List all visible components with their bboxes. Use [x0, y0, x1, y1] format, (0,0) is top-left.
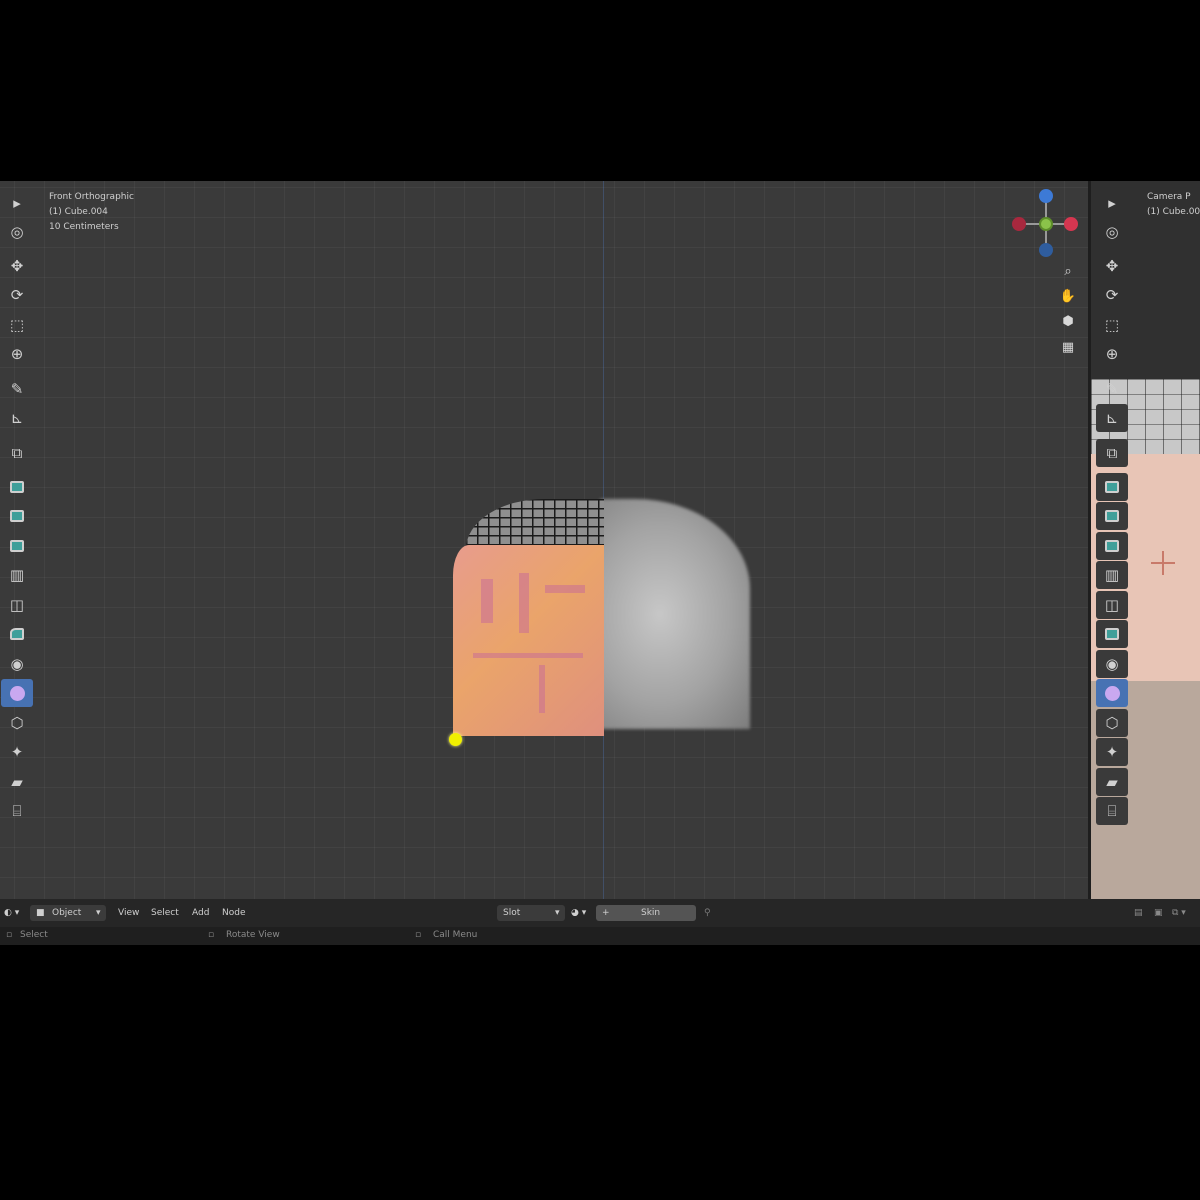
- transform-icon[interactable]: ⊕: [1, 340, 33, 368]
- inset-icon[interactable]: [1096, 502, 1128, 530]
- status-select: Select: [20, 930, 48, 940]
- cursor-icon[interactable]: ◎: [1096, 218, 1128, 246]
- chevron-down-icon: ▾: [555, 908, 560, 918]
- add-cube-icon[interactable]: ⧉: [1096, 439, 1128, 467]
- zoom-icon[interactable]: ⌕: [1057, 260, 1079, 282]
- move-icon[interactable]: ✥: [1096, 252, 1128, 280]
- extrude-icon[interactable]: [1, 473, 33, 501]
- texture-detail: [519, 573, 529, 633]
- camera-view-icon[interactable]: ⬢: [1057, 310, 1079, 332]
- spin-icon[interactable]: ◉: [1, 650, 33, 678]
- model-selected-faces[interactable]: [453, 545, 604, 736]
- menu-view[interactable]: View: [118, 906, 139, 920]
- perspective-toggle-icon[interactable]: ▦: [1057, 336, 1079, 358]
- viewport-header: ◐ ▾ ■ Object ▾ View Select Add Node Slot…: [0, 899, 1200, 927]
- menu-add[interactable]: Add: [192, 906, 209, 920]
- view-name: Front Orthographic: [49, 192, 134, 202]
- rip-icon[interactable]: ⌸: [1, 797, 33, 825]
- mouse-middle-icon: ▫: [208, 930, 215, 940]
- scale-icon[interactable]: ⬚: [1096, 311, 1128, 339]
- status-rotate-view: Rotate View: [226, 930, 280, 940]
- pan-hand-icon[interactable]: ✋: [1057, 285, 1079, 307]
- edge-slide-icon[interactable]: ⬡: [1096, 709, 1128, 737]
- measure-icon[interactable]: ⊾: [1, 404, 33, 432]
- loop-cut-icon[interactable]: ▥: [1, 561, 33, 589]
- camera-object-name: (1) Cube.00: [1147, 207, 1200, 217]
- camera-view-name: Camera P: [1147, 192, 1191, 202]
- camera-viewport[interactable]: Camera P (1) Cube.00 ▸ ◎ ✥ ⟳ ⬚ ⊕ ✎ ⊾ ⧉ ▥…: [1091, 181, 1200, 899]
- mode-label: Object: [52, 908, 82, 918]
- gizmo-z-axis[interactable]: [1039, 189, 1053, 203]
- chevron-down-icon: ▾: [96, 908, 101, 918]
- status-call-menu: Call Menu: [433, 930, 478, 940]
- shear-icon[interactable]: ▰: [1, 768, 33, 796]
- scale-icon[interactable]: ⬚: [1, 311, 33, 339]
- poly-build-icon[interactable]: [1096, 620, 1128, 648]
- overlay-icon[interactable]: ▤: [1134, 906, 1143, 920]
- display-icon[interactable]: ⧉ ▾: [1172, 906, 1186, 920]
- mouse-right-icon: ▫: [415, 930, 422, 940]
- texture-detail: [545, 585, 585, 593]
- gizmo-neg-z-axis[interactable]: [1039, 243, 1053, 257]
- gizmo-neg-x-axis[interactable]: [1012, 217, 1026, 231]
- select-box-icon[interactable]: ▸: [1, 189, 33, 217]
- smooth-icon[interactable]: [1, 679, 33, 707]
- inset-icon[interactable]: [1, 502, 33, 530]
- status-bar: ▫ Select ▫ Rotate View ▫ Call Menu: [0, 927, 1200, 945]
- model-mirror-half: [600, 499, 750, 729]
- material-sphere-icon[interactable]: ◕ ▾: [571, 906, 586, 920]
- smooth-icon[interactable]: [1096, 679, 1128, 707]
- camera-cursor-v: [1162, 551, 1164, 575]
- poly-build-icon[interactable]: [1, 620, 33, 648]
- mode-icon: ■: [36, 908, 45, 918]
- shading-icon[interactable]: ▣: [1154, 906, 1163, 920]
- measure-icon[interactable]: ⊾: [1096, 404, 1128, 432]
- shrink-icon[interactable]: ✦: [1096, 738, 1128, 766]
- move-icon[interactable]: ✥: [1, 252, 33, 280]
- slot-label: Slot: [503, 908, 521, 918]
- annotate-icon[interactable]: ✎: [1096, 375, 1128, 403]
- extrude-icon[interactable]: [1096, 473, 1128, 501]
- mouse-left-icon: ▫: [6, 930, 13, 940]
- add-cube-icon[interactable]: ⧉: [1, 439, 33, 467]
- cursor-icon[interactable]: ◎: [1, 218, 33, 246]
- camera-viewport-info: Camera P (1) Cube.00: [1147, 190, 1200, 220]
- gizmo-x-axis[interactable]: [1064, 217, 1078, 231]
- shear-icon[interactable]: ▰: [1096, 768, 1128, 796]
- bevel-icon[interactable]: [1096, 532, 1128, 560]
- texture-detail: [473, 653, 583, 658]
- blender-window: Front Orthographic (1) Cube.004 10 Centi…: [0, 181, 1200, 945]
- pin-icon[interactable]: ⚲: [704, 906, 711, 920]
- navigation-gizmo[interactable]: [1010, 187, 1084, 267]
- shrink-icon[interactable]: ✦: [1, 738, 33, 766]
- grid-units: 10 Centimeters: [49, 222, 119, 232]
- texture-detail: [481, 579, 493, 623]
- rotate-icon[interactable]: ⟳: [1, 281, 33, 309]
- active-vertex[interactable]: [449, 733, 462, 746]
- texture-detail: [539, 665, 545, 713]
- menu-select[interactable]: Select: [151, 906, 179, 920]
- spin-icon[interactable]: ◉: [1096, 650, 1128, 678]
- transform-icon[interactable]: ⊕: [1096, 340, 1128, 368]
- edge-slide-icon[interactable]: ⬡: [1, 709, 33, 737]
- rotate-icon[interactable]: ⟳: [1096, 281, 1128, 309]
- viewport-info: Front Orthographic (1) Cube.004 10 Centi…: [49, 190, 134, 235]
- annotate-icon[interactable]: ✎: [1, 375, 33, 403]
- loop-cut-icon[interactable]: ▥: [1096, 561, 1128, 589]
- material-name: Skin: [641, 908, 661, 918]
- knife-icon[interactable]: ◫: [1096, 591, 1128, 619]
- rip-icon[interactable]: ⌸: [1096, 797, 1128, 825]
- knife-icon[interactable]: ◫: [1, 591, 33, 619]
- 3d-viewport[interactable]: Front Orthographic (1) Cube.004 10 Centi…: [0, 181, 1088, 899]
- bevel-icon[interactable]: [1, 532, 33, 560]
- menu-node[interactable]: Node: [222, 906, 246, 920]
- model-wireframe-cage: [466, 499, 604, 549]
- select-box-icon[interactable]: ▸: [1096, 189, 1128, 217]
- gizmo-y-axis[interactable]: [1039, 217, 1053, 231]
- editor-type-icon[interactable]: ◐ ▾: [4, 906, 19, 920]
- material-add-icon: +: [602, 908, 610, 918]
- object-name: (1) Cube.004: [49, 207, 108, 217]
